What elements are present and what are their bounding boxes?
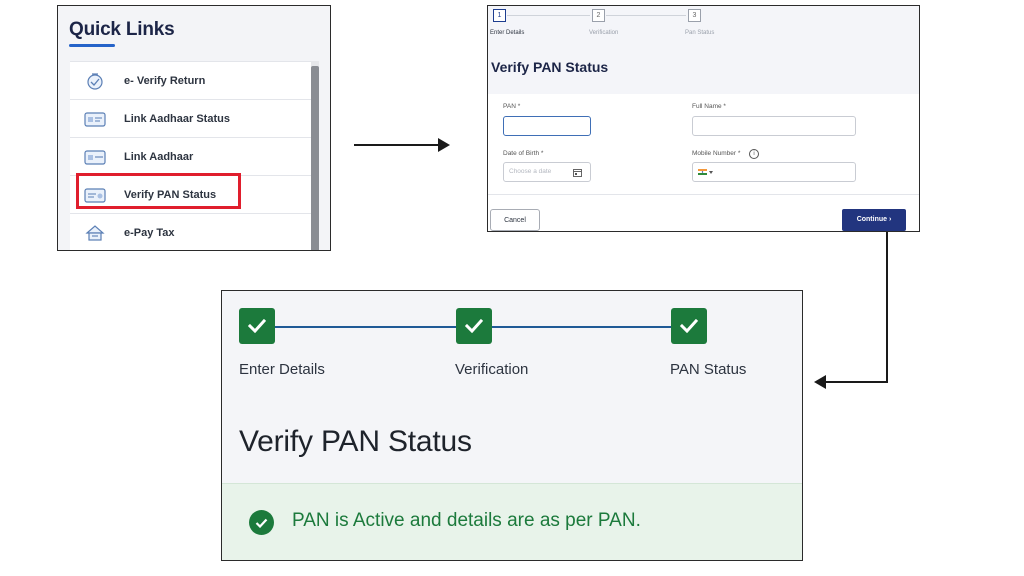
step-2-label: Verification (589, 30, 619, 36)
step-3-indicator: 3 (688, 9, 701, 22)
scrollbar-thumb[interactable] (311, 66, 319, 250)
highlight-box (76, 173, 241, 209)
arrow-left-line (822, 381, 888, 383)
step-3-label: Pan Status (685, 30, 715, 36)
quick-link-e-verify-return[interactable]: e- Verify Return (70, 62, 311, 100)
step-connector (507, 15, 590, 16)
quick-link-link-aadhaar[interactable]: Link Aadhaar (70, 138, 311, 176)
form-title: Verify PAN Status (491, 59, 609, 75)
form-footer-divider (488, 194, 919, 195)
quick-link-label: e- Verify Return (124, 74, 206, 87)
quick-link-e-pay-tax[interactable]: e-Pay Tax (70, 214, 311, 250)
dob-label: Date of Birth * (503, 150, 544, 157)
quick-link-aadhaar-status[interactable]: Link Aadhaar Status (70, 100, 311, 138)
pay-tax-icon (84, 224, 106, 242)
step-complete-check-icon (239, 308, 275, 344)
pan-label: PAN * (503, 103, 521, 110)
step-enter-details-label: Enter Details (239, 361, 325, 378)
arrow-right-icon (438, 138, 450, 152)
chevron-down-icon (709, 171, 713, 174)
step-complete-check-icon (671, 308, 707, 344)
quick-link-label: Link Aadhaar Status (124, 112, 230, 125)
quick-link-label: Link Aadhaar (124, 150, 194, 163)
cancel-button[interactable]: Cancel (490, 209, 540, 231)
quick-link-label: e-Pay Tax (124, 226, 175, 239)
step-connector (606, 15, 686, 16)
step-verification-label: Verification (455, 361, 529, 378)
success-message: PAN is Active and details are as per PAN… (292, 510, 641, 531)
info-icon[interactable]: i (749, 149, 759, 159)
verify-return-icon (84, 72, 106, 90)
quick-links-list: e- Verify Return Link Aadhaar Status Lin… (70, 61, 311, 250)
title-underline (69, 44, 115, 47)
continue-button[interactable]: Continue › (842, 209, 906, 231)
dob-input[interactable]: Choose a date (503, 162, 591, 182)
step-complete-check-icon (456, 308, 492, 344)
result-title: Verify PAN Status (239, 425, 472, 458)
form-header (488, 6, 919, 94)
success-check-icon (249, 510, 274, 535)
progress-line (492, 326, 672, 328)
calendar-icon[interactable] (573, 168, 582, 177)
aadhaar-status-icon (84, 110, 106, 128)
mobile-label: Mobile Number * (692, 150, 741, 157)
full-name-label: Full Name * (692, 103, 726, 110)
india-flag-icon[interactable] (698, 169, 707, 175)
step-1-label: Enter Details (490, 30, 525, 36)
mobile-input[interactable] (692, 162, 856, 182)
arrow-right-line (354, 144, 442, 146)
pan-input[interactable] (503, 116, 591, 136)
progress-line (275, 326, 457, 328)
verify-pan-form-panel: 1 2 3 Enter Details Verification Pan Sta… (487, 5, 920, 232)
pan-status-result-panel: Enter Details Verification PAN Status Ve… (221, 290, 803, 561)
step-pan-status-label: PAN Status (670, 361, 747, 378)
arrow-left-icon (814, 375, 826, 389)
arrow-down-line (886, 232, 888, 383)
link-aadhaar-icon (84, 148, 106, 166)
quick-links-panel: Quick Links e- Verify Return Link Aadhaa… (57, 5, 331, 251)
quick-links-title: Quick Links (69, 19, 175, 40)
full-name-input[interactable] (692, 116, 856, 136)
step-2-indicator: 2 (592, 9, 605, 22)
step-1-indicator: 1 (493, 9, 506, 22)
dob-placeholder: Choose a date (509, 168, 552, 175)
